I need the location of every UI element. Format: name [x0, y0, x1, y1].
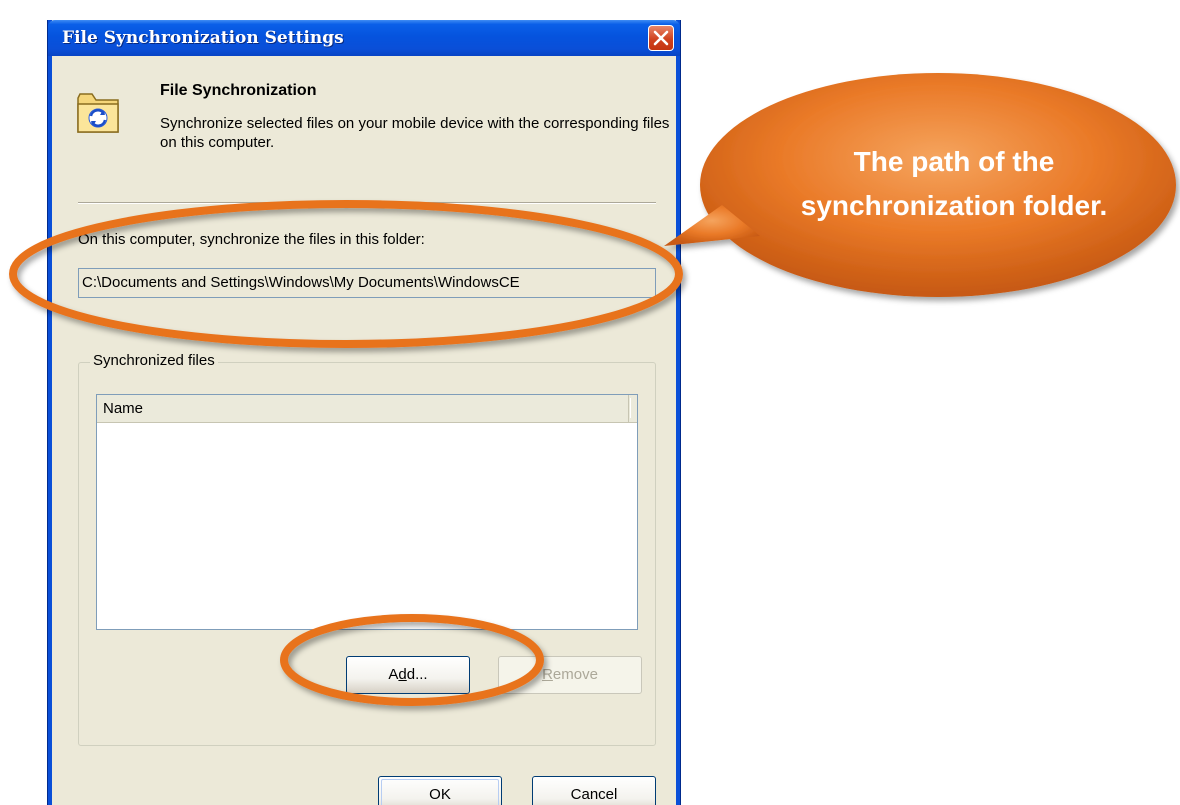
synchronized-files-list[interactable]: Name [96, 394, 638, 630]
close-icon [653, 30, 669, 46]
header-description: Synchronize selected files on your mobil… [160, 115, 670, 151]
add-button[interactable]: Add... [346, 656, 470, 694]
callout-text: The path of the synchronization folder. [800, 146, 1108, 221]
synchronized-files-legend: Synchronized files [90, 352, 218, 369]
window-title: File Synchronization Settings [62, 28, 344, 48]
cancel-button[interactable]: Cancel [532, 776, 656, 805]
close-button[interactable] [648, 25, 674, 51]
sync-folder-path-field[interactable]: C:\Documents and Settings\Windows\My Doc… [78, 268, 656, 298]
add-label-start: A [388, 666, 399, 683]
remove-button[interactable]: Remove [498, 656, 642, 694]
screenshot-stage: File Synchronization Settings File Synch… [0, 0, 1180, 805]
remove-mnemonic: R [542, 666, 553, 683]
add-mnemonic: d [398, 666, 407, 683]
sync-folder-label: On this computer, synchronize the files … [78, 231, 425, 248]
list-header: Name [97, 395, 637, 423]
header-title: File Synchronization [160, 82, 317, 99]
dialog-client-area: File Synchronization Synchronize selecte… [52, 56, 676, 805]
column-header-name[interactable]: Name [97, 395, 629, 422]
column-header-filler [630, 398, 636, 418]
header-separator [78, 202, 656, 204]
folder-sync-icon [77, 93, 119, 133]
file-sync-settings-dialog: File Synchronization Settings File Synch… [48, 20, 680, 805]
title-bar[interactable]: File Synchronization Settings [48, 20, 680, 56]
add-label-end: d... [406, 666, 428, 683]
remove-label-end: emove [552, 666, 598, 683]
ok-button[interactable]: OK [378, 776, 502, 805]
